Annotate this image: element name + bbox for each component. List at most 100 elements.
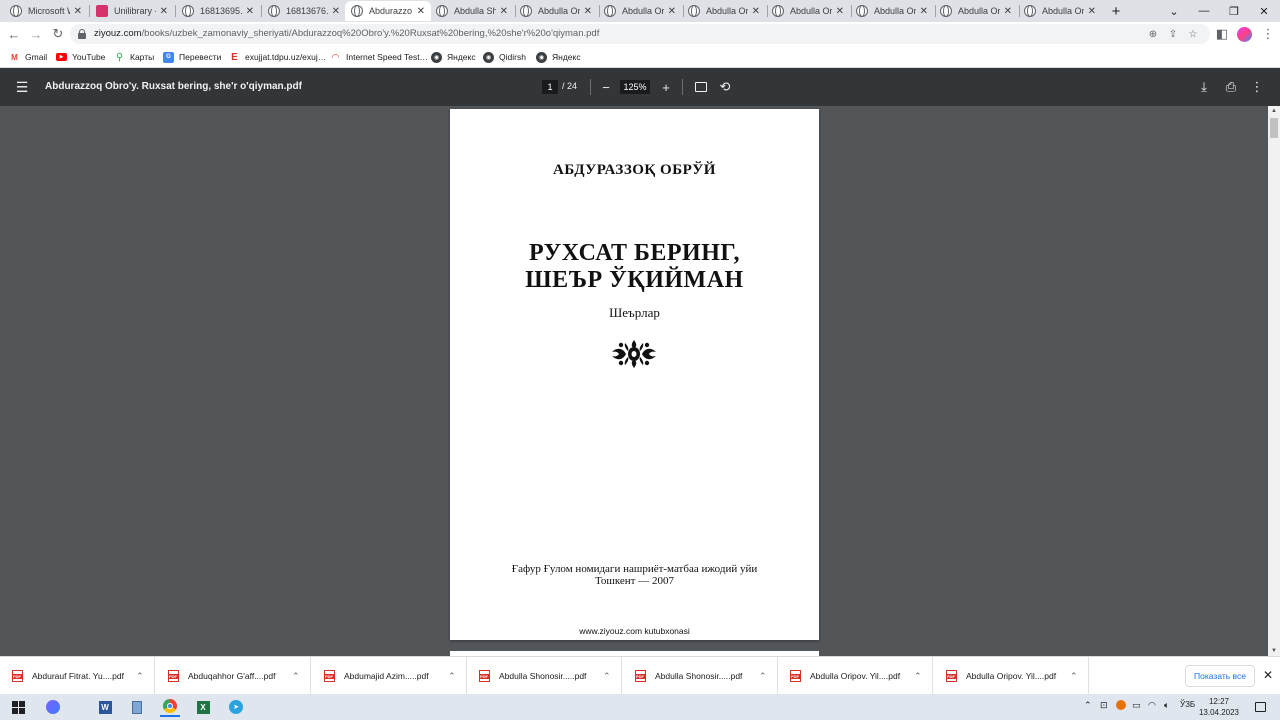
tray-wifi-icon[interactable]: ◠ <box>1148 700 1156 711</box>
pdf-viewer-area[interactable]: АБДУРАЗЗОҚ ОБРЎЙ РУХСАТ БЕРИНГ, ШЕЪР ЎҚИ… <box>0 106 1280 656</box>
zoom-in-button[interactable]: + <box>657 78 675 96</box>
tray-notification-badge-icon[interactable] <box>1116 700 1126 712</box>
more-options-icon[interactable]: ⋮ <box>1248 78 1266 96</box>
address-bar[interactable]: ziyouz.com/books/uzbek_zamonaviy_sheriya… <box>70 24 1210 44</box>
tab-abdulla-ori[interactable]: Abdulla Ori ✕ <box>598 1 682 21</box>
zoom-icon[interactable]: ⊕ <box>1146 27 1160 41</box>
download-item[interactable]: Abdulla Oripov. Yil....pdf ⌃ <box>778 657 933 695</box>
download-item[interactable]: Abdumajid Azim.....pdf ⌃ <box>312 657 467 695</box>
tray-expand-icon[interactable]: ⌃ <box>1084 700 1092 711</box>
word-icon[interactable]: W <box>95 697 115 717</box>
rotate-icon[interactable]: ⟲ <box>716 78 734 96</box>
show-all-downloads-button[interactable]: Показать все <box>1185 665 1255 687</box>
bookmark-exujjat[interactable]: E exujjat.tdpu.uz/exuj… <box>229 50 326 64</box>
bookmark-yandex[interactable]: ◉ Яндекс <box>431 50 476 64</box>
chevron-up-icon[interactable]: ⌃ <box>448 671 456 682</box>
close-window-button[interactable]: ✕ <box>1250 0 1278 22</box>
bookmark-gmail[interactable]: M Gmail <box>9 50 47 64</box>
notepad-icon[interactable] <box>127 697 147 717</box>
close-icon[interactable]: ✕ <box>584 6 592 17</box>
fit-page-icon[interactable] <box>692 78 710 96</box>
download-item[interactable]: Abduqahhor G'aff....pdf ⌃ <box>156 657 311 695</box>
new-tab-button[interactable]: + <box>1102 0 1130 22</box>
reload-button[interactable]: ↻ <box>48 24 68 44</box>
chevron-up-icon[interactable]: ⌃ <box>759 671 767 682</box>
close-icon[interactable]: ✕ <box>74 6 82 17</box>
tab-abdurazzoq-active[interactable]: Abdurazzo… ✕ <box>345 1 431 21</box>
keyboard-language[interactable]: ЎЗБ <box>1180 700 1195 709</box>
zoom-level-input[interactable]: 125% <box>620 80 650 94</box>
close-icon[interactable]: ✕ <box>500 6 508 17</box>
browser-menu-icon[interactable]: ⋮ <box>1258 24 1278 44</box>
close-icon[interactable]: ✕ <box>160 6 168 17</box>
chevron-up-icon[interactable]: ⌃ <box>136 671 144 682</box>
scroll-down-icon[interactable]: ▼ <box>1268 646 1280 656</box>
tab-abdulla-ori[interactable]: Abdulla Ori ✕ <box>682 1 766 21</box>
restore-button[interactable]: ❐ <box>1220 0 1248 22</box>
tray-volume-icon[interactable]: 🔈︎ <box>1164 700 1169 711</box>
download-icon[interactable]: ⤓ <box>1195 78 1213 96</box>
action-center-icon[interactable] <box>1250 697 1270 717</box>
close-icon[interactable]: ✕ <box>1004 6 1012 17</box>
tray-network-icon[interactable]: ⊡ <box>1100 700 1108 711</box>
minimize-button[interactable]: — <box>1190 0 1218 22</box>
side-panel-icon[interactable]: ◧ <box>1212 24 1232 44</box>
chevron-up-icon[interactable]: ⌃ <box>914 671 922 682</box>
bookmark-yandex-2[interactable]: ◉ Яндекс <box>536 50 581 64</box>
tab-abdulla-ori[interactable]: Abdulla Ori ✕ <box>514 1 598 21</box>
lock-icon[interactable] <box>78 29 86 39</box>
bookmark-speedtest[interactable]: ◠ Internet Speed Test… <box>330 50 428 64</box>
forward-button[interactable]: → <box>26 24 46 44</box>
globe-icon <box>604 5 616 17</box>
chrome-icon[interactable] <box>160 697 180 717</box>
cortana-icon[interactable] <box>43 697 63 717</box>
tab-abdulla-ori[interactable]: Abdulla Ori ✕ <box>1018 1 1102 21</box>
sidebar-menu-icon[interactable]: ☰ <box>13 78 31 96</box>
close-icon[interactable]: ✕ <box>836 6 844 17</box>
vertical-scrollbar[interactable]: ▲ ▼ <box>1268 106 1280 656</box>
close-icon[interactable]: ✕ <box>920 6 928 17</box>
tab-document-2[interactable]: 16813676… ✕ <box>262 1 346 21</box>
tab-microsoft-word[interactable]: Microsoft W ✕ <box>4 1 88 21</box>
profile-avatar[interactable] <box>1234 24 1254 44</box>
close-icon[interactable]: ✕ <box>1088 6 1096 17</box>
print-icon[interactable]: ⎙ <box>1222 78 1240 96</box>
bookmark-translate[interactable]: G Перевести <box>163 50 221 64</box>
close-icon[interactable]: ✕ <box>752 6 760 17</box>
download-item[interactable]: Abdulla Shonosir.....pdf ⌃ <box>467 657 622 695</box>
close-download-shelf-icon[interactable]: ✕ <box>1260 667 1276 683</box>
download-item[interactable]: Abdulla Shonosir.....pdf ⌃ <box>623 657 778 695</box>
telegram-icon[interactable]: ➤ <box>226 697 246 717</box>
scroll-up-icon[interactable]: ▲ <box>1268 106 1280 116</box>
tab-search-chevron-icon[interactable]: ⌄ <box>1160 0 1188 22</box>
zoom-out-button[interactable]: − <box>597 78 615 96</box>
chevron-up-icon[interactable]: ⌃ <box>1070 671 1078 682</box>
bookmark-qidirsh[interactable]: ◉ Qidirsh <box>483 50 526 64</box>
tab-abdulla-ori[interactable]: Abdulla Ori ✕ <box>934 1 1018 21</box>
tab-abdulla-ori[interactable]: Abdulla Ori ✕ <box>766 1 850 21</box>
close-icon[interactable]: ✕ <box>332 6 340 17</box>
url-text[interactable]: ziyouz.com/books/uzbek_zamonaviy_sheriya… <box>94 28 599 39</box>
excel-icon[interactable]: X <box>193 697 213 717</box>
bookmark-maps[interactable]: ⚲ Карты <box>114 50 154 64</box>
download-item[interactable]: Abdulla Oripov. Yil....pdf ⌃ <box>934 657 1089 695</box>
close-icon[interactable]: ✕ <box>246 6 254 17</box>
download-item[interactable]: Abdurauf Fitrat. Yu....pdf ⌃ <box>0 657 155 695</box>
chevron-up-icon[interactable]: ⌃ <box>292 671 300 682</box>
tab-unilibrary[interactable]: Unilibrary - ✕ <box>90 1 174 21</box>
share-icon[interactable]: ⇪ <box>1166 27 1180 41</box>
close-icon[interactable]: ✕ <box>417 6 425 17</box>
back-button[interactable]: ← <box>4 24 24 44</box>
chevron-up-icon[interactable]: ⌃ <box>603 671 611 682</box>
scrollbar-thumb[interactable] <box>1270 118 1278 138</box>
page-number-input[interactable]: 1 <box>542 80 558 94</box>
close-icon[interactable]: ✕ <box>668 6 676 17</box>
tab-document-1[interactable]: 16813695… ✕ <box>176 1 260 21</box>
tab-abdulla-ori[interactable]: Abdulla Ori ✕ <box>850 1 934 21</box>
bookmark-youtube[interactable]: ▶ YouTube <box>56 50 105 64</box>
bookmark-star-icon[interactable]: ☆ <box>1186 27 1200 41</box>
tab-abdulla-sh[interactable]: Abdulla Sh ✕ <box>430 1 514 21</box>
system-clock[interactable]: 12:27 13.04.2023 <box>1196 696 1242 718</box>
windows-start-icon[interactable] <box>8 697 28 717</box>
tray-battery-icon[interactable]: ▭ <box>1132 700 1141 711</box>
